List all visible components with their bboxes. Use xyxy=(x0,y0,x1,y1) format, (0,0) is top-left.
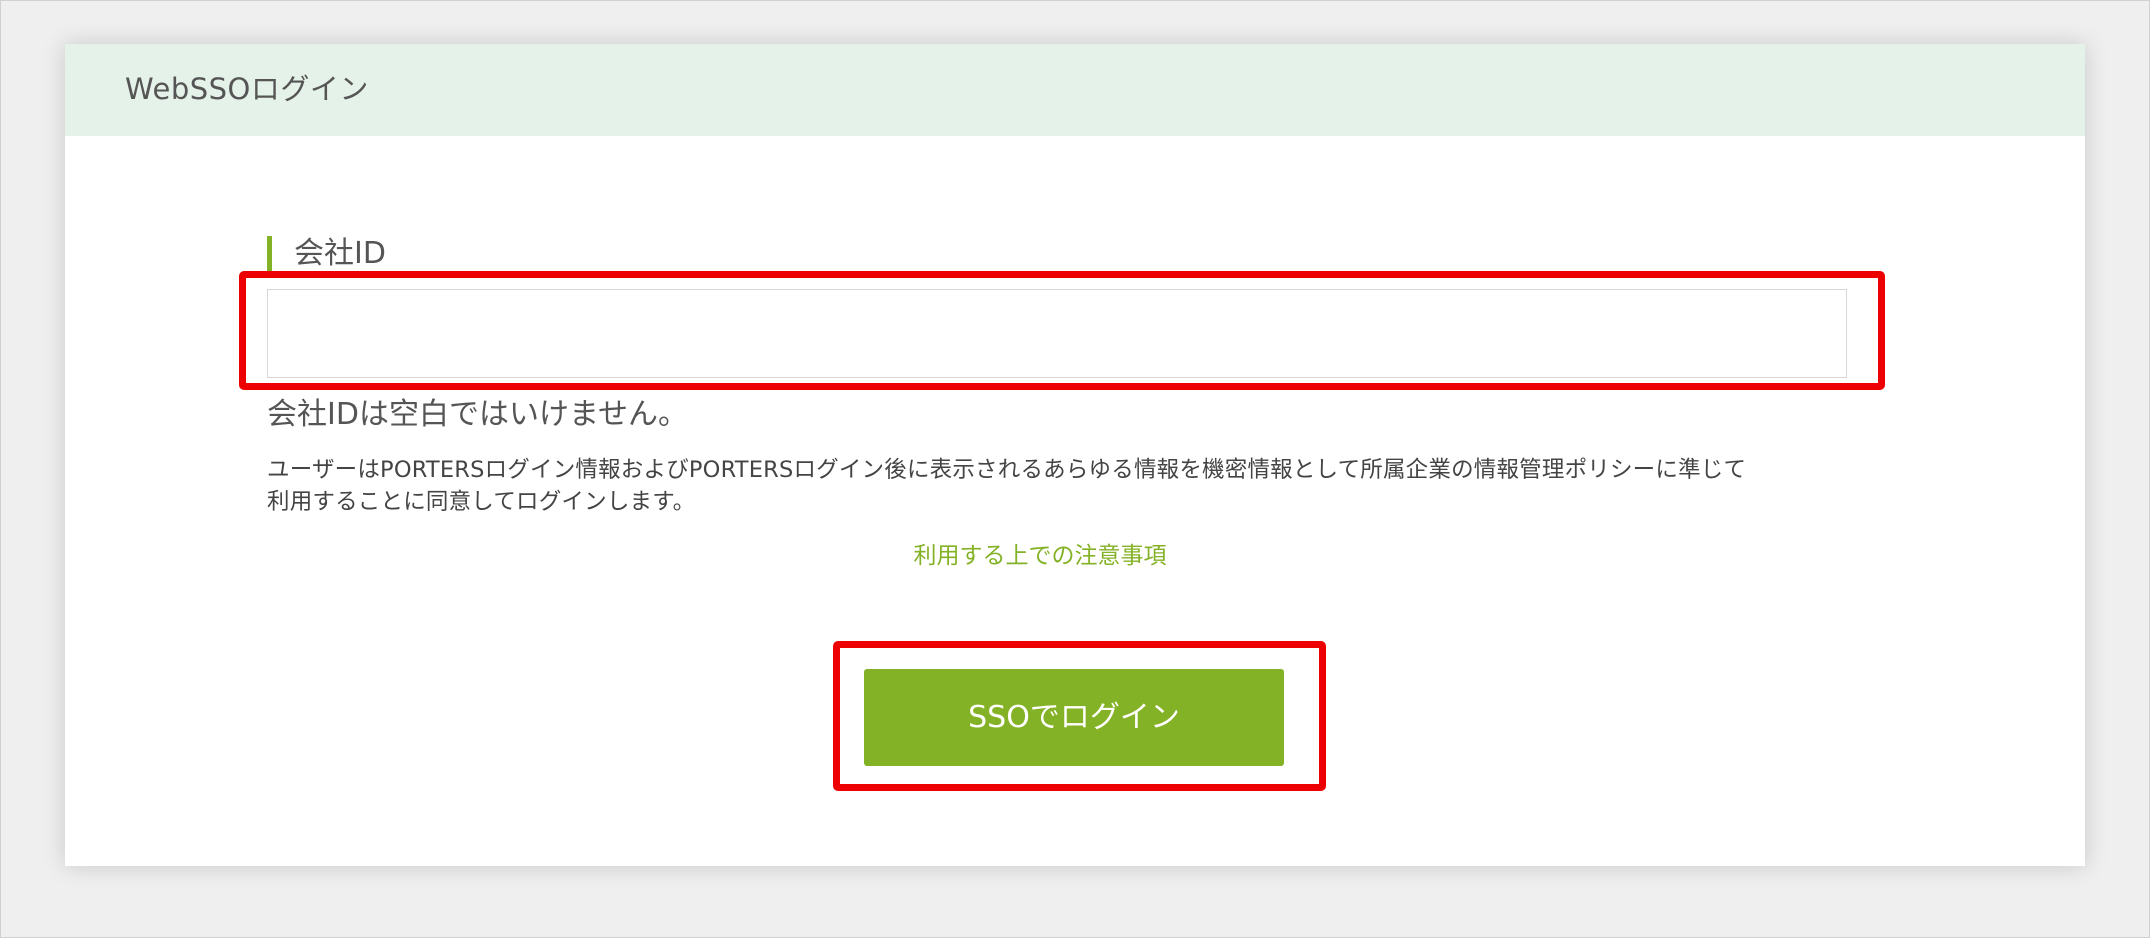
consent-line-1: ユーザーはPORTERSログイン情報およびPORTERSログイン後に表示されるあ… xyxy=(267,457,1747,483)
company-id-label: 会社ID xyxy=(267,236,386,272)
consent-line-2: 利用することに同意してログインします。 xyxy=(267,489,696,515)
card-header: WebSSOログイン xyxy=(65,44,2085,136)
company-id-input[interactable] xyxy=(267,289,1847,378)
consent-text: ユーザーはPORTERSログイン情報およびPORTERSログイン後に表示されるあ… xyxy=(267,454,1867,518)
error-message: 会社IDは空白ではいけません。 xyxy=(267,397,689,432)
login-card: WebSSOログイン 会社ID 会社IDは空白ではいけません。 ユーザーはPOR… xyxy=(65,44,2085,866)
usage-notes-link[interactable]: 利用する上での注意事項 xyxy=(65,540,2015,572)
sso-login-button[interactable]: SSOでログイン xyxy=(864,669,1284,766)
page-title: WebSSOログイン xyxy=(125,72,369,106)
